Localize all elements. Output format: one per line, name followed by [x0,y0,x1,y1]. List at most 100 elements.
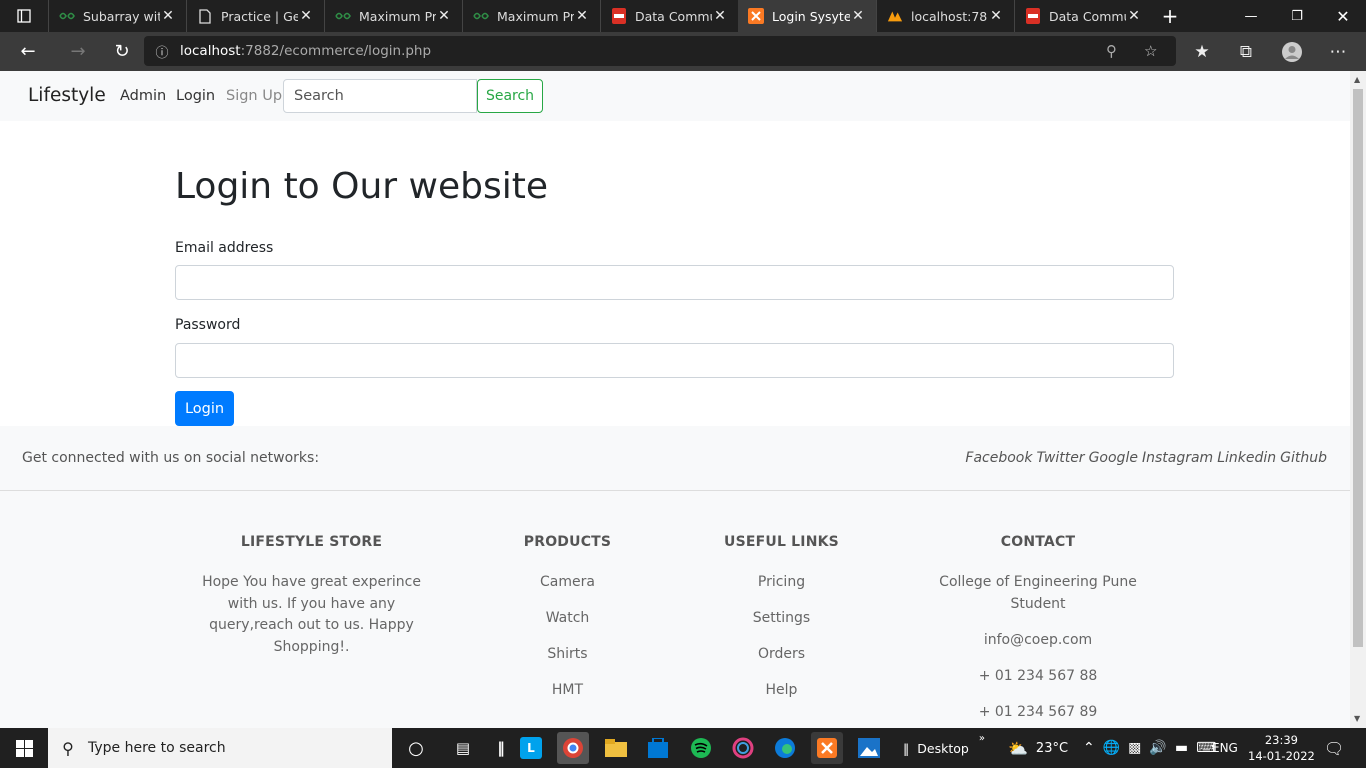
speaker-icon[interactable]: 🔊 [1149,740,1166,756]
forward-button[interactable]: → [56,32,100,71]
close-tab-icon[interactable]: ✕ [850,8,866,24]
close-tab-icon[interactable]: ✕ [574,8,590,24]
footer-links-column: USEFUL LINKS Pricing Settings Orders Hel… [715,534,848,716]
instagram-link[interactable]: Instagram [1142,450,1213,466]
google-link[interactable]: Google [1089,450,1138,466]
favorite-star-icon[interactable]: ☆ [1144,42,1157,60]
contact-address: College of Engineering Pune Student [939,574,1137,612]
weather-widget[interactable]: ⛅ 23°C [1008,728,1068,768]
tab-title: Maximum Pro [359,8,436,24]
xampp-icon [748,8,764,24]
spotify-icon[interactable] [685,732,717,764]
favorites-icon[interactable]: ★ [1180,32,1224,71]
profile-avatar[interactable] [1270,32,1314,71]
show-hidden-icons-icon[interactable]: ⌃ [1083,740,1095,756]
zoom-icon[interactable]: ⚲ [1106,42,1117,60]
language-indicator[interactable]: ENG [1212,728,1238,768]
browser-tab[interactable]: Maximum Pro ✕ [324,0,462,32]
contact-email: info@coep.com [983,631,1093,648]
contact-phone-2: + 01 234 567 89 [978,703,1098,720]
close-tab-icon[interactable]: ✕ [436,8,452,24]
product-link-camera[interactable]: Camera [508,572,627,594]
site-search-button[interactable]: Search [477,79,543,113]
product-link-hmt[interactable]: HMT [508,680,627,702]
l-app-icon[interactable]: L [520,737,542,759]
link-orders[interactable]: Orders [715,644,848,666]
link-pricing[interactable]: Pricing [715,572,848,594]
nav-signup-link[interactable]: Sign Up [226,88,282,104]
windows-start-icon[interactable] [0,728,48,768]
brand-logo[interactable]: Lifestyle [28,85,106,106]
scroll-down-icon[interactable]: ▼ [1354,714,1360,723]
browser-tab[interactable]: localhost:788 ✕ [876,0,1014,32]
chrome-icon[interactable] [557,732,589,764]
nav-admin-link[interactable]: Admin [120,88,166,104]
refresh-button[interactable]: ↻ [100,32,144,71]
login-button[interactable]: Login [175,391,234,426]
browser-tab[interactable]: Maximum Pro ✕ [462,0,600,32]
site-navbar: Lifestyle Admin Login Sign Up Search [0,71,1350,121]
browser-tab[interactable]: Data Commu ✕ [1014,0,1152,32]
close-tab-icon[interactable]: ✕ [988,8,1004,24]
product-link-watch[interactable]: Watch [508,608,627,630]
scrollbar-thumb[interactable] [1353,89,1363,647]
close-tab-icon[interactable]: ✕ [1126,8,1142,24]
tab-title: Login Sysytem [772,8,850,24]
back-button[interactable]: ← [0,32,56,71]
new-tab-button[interactable]: + [1152,4,1188,28]
edge-icon[interactable] [769,732,801,764]
store-text: Hope You have great experince with us. I… [202,574,421,655]
taskbar-search-box[interactable]: ⚲ Type here to search [48,728,392,768]
photos-app-icon[interactable] [727,732,759,764]
store-icon[interactable] [642,732,674,764]
system-tray: ⌃ 🌐 ▩ 🔊 ▬ ⌨ [1083,728,1216,768]
file-explorer-icon[interactable] [600,732,632,764]
twitter-link[interactable]: Twitter [1036,450,1084,466]
restore-button[interactable]: ❐ [1274,0,1320,32]
minimize-button[interactable]: — [1228,0,1274,32]
tab-title: Subarray with [83,8,160,24]
footer-contact-column: CONTACT College of Engineering Pune Stud… [938,534,1138,728]
close-window-button[interactable]: ✕ [1320,0,1366,32]
facebook-link[interactable]: Facebook [965,450,1032,466]
social-links: Facebook Twitter Google Instagram Linked… [965,450,1327,466]
desktop-toolbar[interactable]: ‖ Desktop » [903,728,985,768]
address-bar[interactable]: ⓘ localhost:7882/ecommerce/login.php ⚲ ☆ [144,36,1176,66]
url-path: :7882/ecommerce/login.php [240,43,432,59]
link-help[interactable]: Help [715,680,848,702]
meet-now-icon[interactable]: ▩ [1128,740,1141,756]
close-tab-icon[interactable]: ✕ [712,8,728,24]
email-field[interactable] [175,265,1174,300]
cortana-icon[interactable]: ○ [400,732,432,764]
network-globe-icon[interactable]: 🌐 [1103,740,1120,756]
collections-icon[interactable]: ⧉ [1224,32,1268,71]
close-tab-icon[interactable]: ✕ [160,8,176,24]
clock[interactable]: 23:39 14-01-2022 [1248,728,1315,768]
browser-tab[interactable]: Login Sysytem✕ [738,0,876,32]
xampp-icon[interactable] [811,732,843,764]
phpmyadmin-icon [887,8,903,24]
settings-menu-icon[interactable]: ⋯ [1316,32,1360,71]
tab-actions-icon[interactable] [0,0,48,32]
nav-login-link[interactable]: Login [176,88,215,104]
browser-tab[interactable]: Practice | Gee✕ [186,0,324,32]
github-link[interactable]: Github [1280,450,1327,466]
weather-icon: ⛅ [1008,738,1028,758]
password-field[interactable] [175,343,1174,378]
linkedin-link[interactable]: Linkedin [1217,450,1276,466]
link-settings[interactable]: Settings [715,608,848,630]
expand-toolbar-icon[interactable]: » [979,733,985,744]
gallery-icon[interactable] [853,732,885,764]
site-search-input[interactable] [283,79,477,113]
product-link-shirts[interactable]: Shirts [508,644,627,666]
taskbar-search-placeholder: Type here to search [88,740,226,756]
browser-tab[interactable]: Subarray with✕ [48,0,186,32]
browser-tab[interactable]: Data Commu ✕ [600,0,738,32]
site-info-icon[interactable]: ⓘ [144,42,180,61]
scroll-up-icon[interactable]: ▲ [1354,75,1360,84]
page-scrollbar[interactable]: ▲ ▼ [1350,71,1366,728]
notifications-icon[interactable]: 🗨 [1324,728,1344,768]
task-view-icon[interactable]: ▤ [447,732,479,764]
battery-icon[interactable]: ▬ [1175,740,1188,756]
close-tab-icon[interactable]: ✕ [298,8,314,24]
